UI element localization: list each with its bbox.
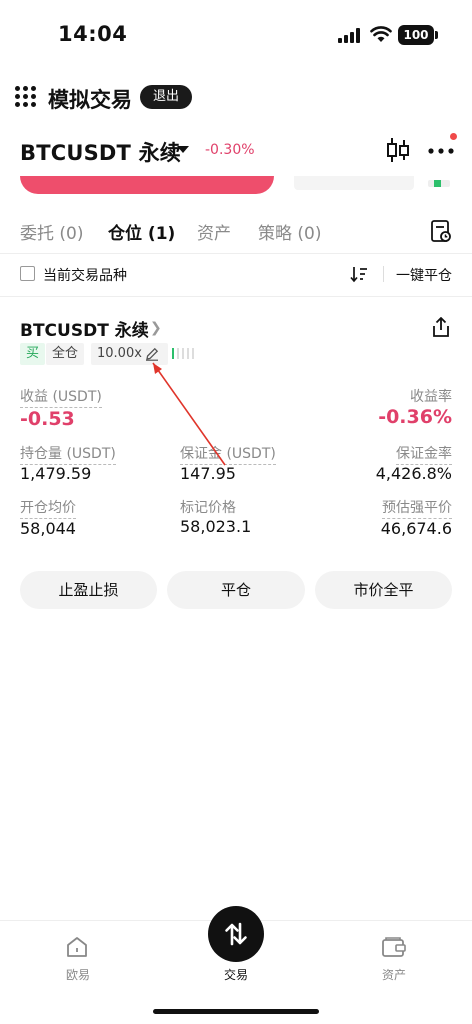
close-all-button[interactable]: 一键平仓 [396,265,452,285]
close-position-button[interactable]: 平仓 [167,571,305,609]
side-tag: 买 [20,343,46,365]
annotation-arrow [152,362,226,466]
page-title: 模拟交易 [48,88,132,112]
liq-price-value: 46,674.6 [380,519,452,538]
notification-dot [450,133,457,140]
margin-ratio-label[interactable]: 保证金率 [396,443,452,465]
divider [0,253,472,254]
sort-icon[interactable] [350,265,368,283]
divider [0,296,472,297]
cellular-signal-icon [338,28,360,43]
margin-mode-tag[interactable]: 全仓 [46,343,85,365]
order-history-icon[interactable] [430,219,452,243]
mark-price-label: 标记价格 [180,500,236,516]
status-time: 14:04 [58,22,128,46]
nav-item-trade[interactable]: 交易 [224,966,248,983]
separator [383,266,384,282]
banner-indicator [428,180,450,187]
apps-grid-icon[interactable] [15,86,37,108]
exit-button[interactable]: 退出 [140,85,192,109]
entry-price-value: 58,044 [20,519,76,538]
leverage-value: 10.00x [97,346,142,361]
trade-swap-icon[interactable] [222,920,250,948]
caret-down-icon[interactable] [177,146,189,153]
chevron-right-icon[interactable]: ❯ [150,320,162,336]
position-size-value: 1,479.59 [20,464,92,483]
tp-sl-button[interactable]: 止盈止损 [20,571,157,609]
candlestick-chart-icon[interactable] [386,136,410,164]
more-options-icon[interactable] [428,147,454,155]
battery-indicator: 100 [398,25,434,45]
tab-orders[interactable]: 委托 (0) [20,219,83,244]
share-icon[interactable] [430,316,452,338]
current-symbol-checkbox[interactable] [20,266,35,281]
nav-item-okx[interactable]: 欧易 [66,966,90,983]
mark-price-value: 58,023.1 [180,517,252,536]
tab-positions[interactable]: 仓位 (1) [108,219,175,244]
margin-ratio-value: 4,426.8% [375,464,452,483]
price-change: -0.30% [205,142,255,158]
nav-item-assets[interactable]: 资产 [382,966,406,983]
roe-label: 收益率 [410,389,452,405]
home-icon[interactable] [65,935,89,959]
tab-strategies[interactable]: 策略 (0) [258,219,321,244]
position-symbol[interactable]: BTCUSDT 永续 [20,316,149,341]
banner-card-edge-secondary [294,176,414,190]
banner-card-edge [20,176,274,194]
liq-price-label[interactable]: 预估强平价 [382,497,452,519]
pnl-value: -0.53 [20,408,75,430]
symbol-selector[interactable]: BTCUSDT 永续 [20,137,181,167]
market-close-button[interactable]: 市价全平 [315,571,452,609]
tab-assets[interactable]: 资产 [197,219,231,244]
roe-value: -0.36% [378,406,452,428]
app-screen: 14:04 100 模拟交易 退出 BTCUSDT 永续 -0.30% 委托 (… [0,0,472,1024]
battery-tip [435,31,438,39]
entry-price-label[interactable]: 开仓均价 [20,497,76,519]
wifi-icon [370,26,392,42]
position-size-label[interactable]: 持仓量 (USDT) [20,443,116,465]
current-symbol-label: 当前交易品种 [43,268,127,284]
pnl-label[interactable]: 收益 (USDT) [20,386,102,408]
wallet-icon[interactable] [381,935,407,959]
home-indicator [153,1009,319,1014]
